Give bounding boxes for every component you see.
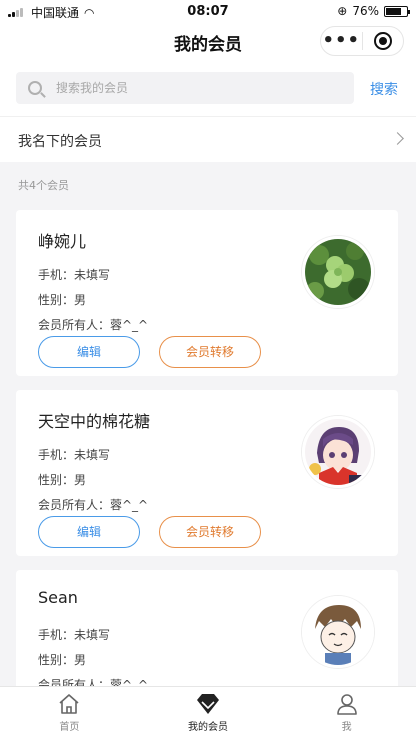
tab-home[interactable]: 首页 [0, 687, 139, 734]
person-icon [336, 694, 357, 715]
cartoon-boy-avatar [302, 596, 374, 668]
tab-me[interactable]: 我 [277, 687, 416, 734]
member-card: 天空中的棉花糖 手机：未填写 性别：男 会员所有人：蓉^_^ 编辑 会员转移 [16, 390, 398, 556]
my-members-row[interactable]: 我名下的会员 [0, 116, 416, 162]
battery-percent: 76% [352, 4, 379, 18]
transfer-member-button[interactable]: 会员转移 [159, 336, 261, 368]
chevron-right-icon [391, 132, 404, 145]
member-name: Sean [38, 588, 78, 607]
lock-rotation-icon: ⊕ [337, 4, 348, 18]
search-area: 搜索 [0, 62, 416, 116]
tab-label: 我的会员 [188, 722, 228, 733]
miniprogram-capsule: ••• [320, 26, 404, 56]
diamond-icon [197, 694, 219, 714]
edit-button[interactable]: 编辑 [38, 516, 140, 548]
clover-avatar [302, 236, 374, 308]
tab-bar: 首页 我的会员 我 [0, 686, 416, 734]
member-gender: 性别：男 [38, 473, 87, 487]
member-name: 天空中的棉花糖 [38, 412, 151, 431]
tab-my-members[interactable]: 我的会员 [139, 687, 278, 734]
close-miniprogram-button[interactable] [362, 32, 403, 50]
search-button[interactable]: 搜索 [370, 79, 398, 99]
tab-label: 首页 [59, 722, 80, 733]
member-owner: 会员所有人：蓉^_^ [38, 498, 149, 512]
battery-icon [384, 5, 410, 17]
my-members-label: 我名下的会员 [18, 134, 102, 150]
member-card: 峥婉儿 手机：未填写 性别：男 会员所有人：蓉^_^ 编辑 会员转移 [16, 210, 398, 376]
search-icon [28, 81, 42, 95]
member-gender: 性别：男 [38, 293, 87, 307]
member-name: 峥婉儿 [38, 232, 87, 251]
search-input[interactable] [56, 81, 316, 95]
anime-girl-avatar [302, 416, 374, 488]
tab-label: 我 [341, 722, 352, 733]
target-icon [373, 32, 392, 50]
more-icon[interactable]: ••• [321, 27, 362, 55]
edit-button[interactable]: 编辑 [38, 336, 140, 368]
home-icon [59, 694, 79, 714]
nav-bar: 我的会员 ••• [0, 22, 416, 62]
member-phone: 手机：未填写 [38, 448, 111, 462]
member-owner: 会员所有人：蓉^_^ [38, 318, 149, 332]
search-box[interactable] [16, 72, 354, 104]
member-phone: 手机：未填写 [38, 628, 111, 642]
member-gender: 性别：男 [38, 653, 87, 667]
transfer-member-button[interactable]: 会员转移 [159, 516, 261, 548]
status-bar: 中国联通 ◠ 08:07 ⊕ 76% [0, 0, 416, 22]
member-count: 共4个会员 [18, 179, 69, 192]
member-phone: 手机：未填写 [38, 268, 111, 282]
